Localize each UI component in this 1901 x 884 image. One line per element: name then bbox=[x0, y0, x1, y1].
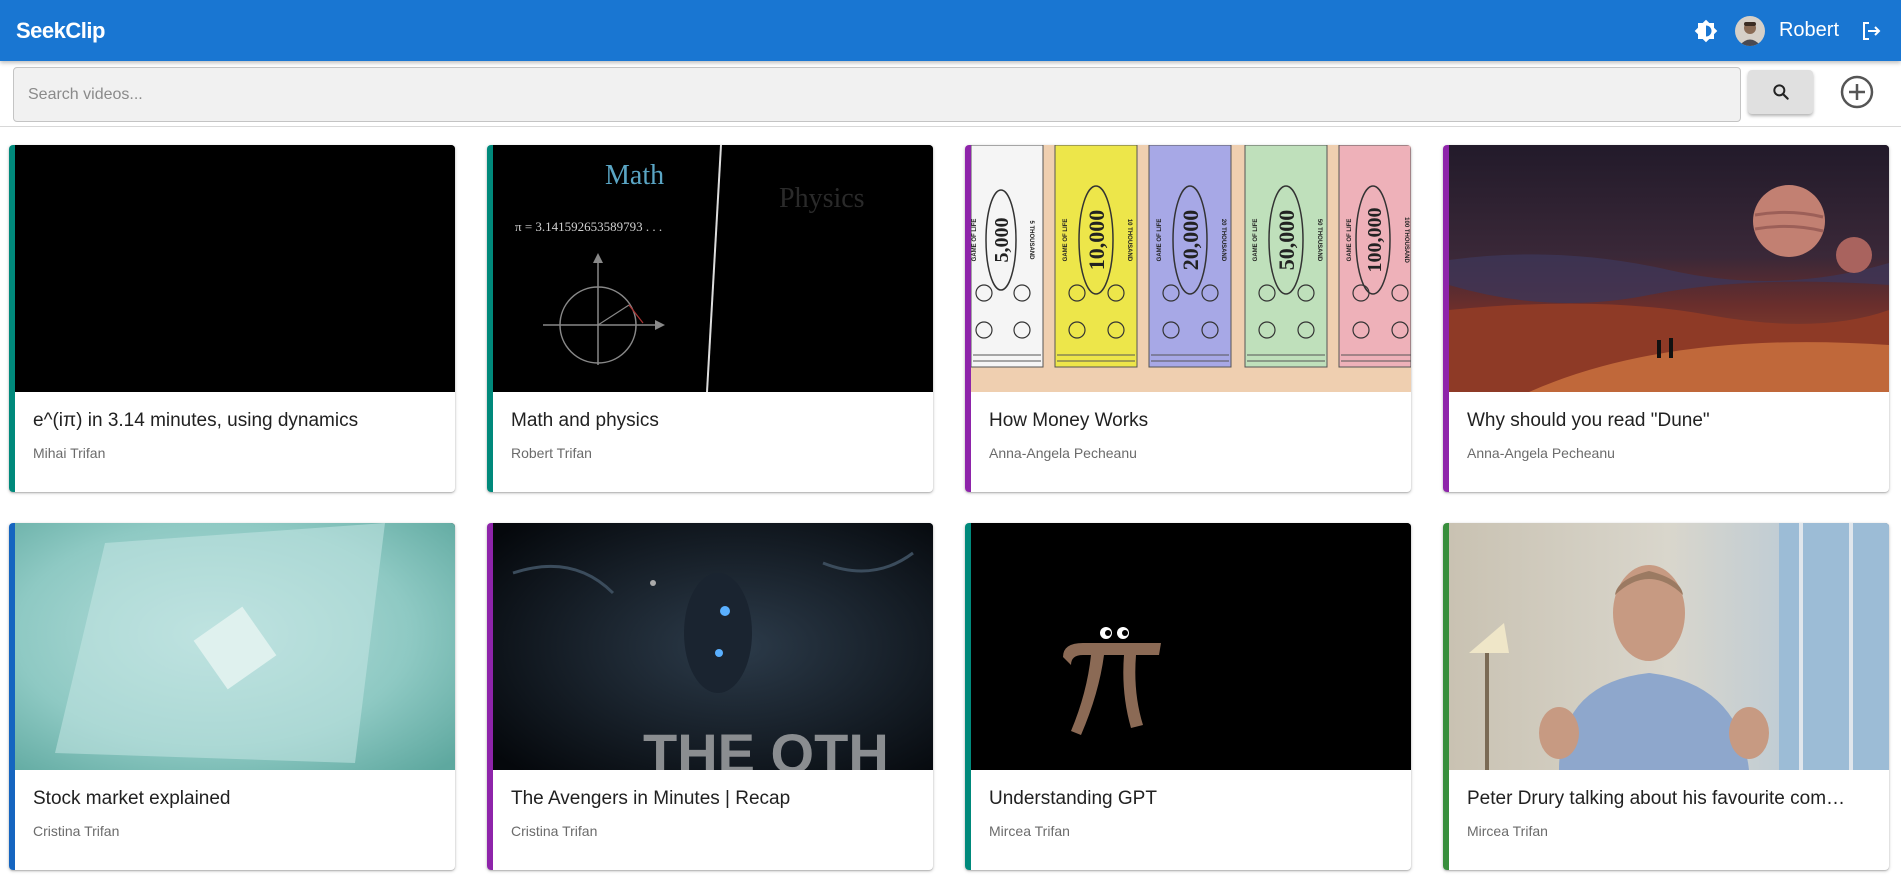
app-logo[interactable]: SeekClip bbox=[16, 18, 105, 44]
video-title[interactable]: Stock market explained bbox=[33, 788, 443, 810]
video-card[interactable]: Stock market explained Cristina Trifan bbox=[9, 523, 455, 870]
add-video-button[interactable] bbox=[1838, 73, 1876, 111]
logout-icon bbox=[1863, 21, 1881, 40]
bill-label: 50,000 bbox=[1274, 210, 1299, 271]
bill-label: 5,000 bbox=[991, 218, 1013, 263]
video-title[interactable]: Math and physics bbox=[511, 410, 921, 432]
video-author: Robert Trifan bbox=[511, 445, 592, 461]
bill-side-label: 50 THOUSAND bbox=[1316, 219, 1322, 262]
app-bar: SeekClip Robert bbox=[0, 0, 1901, 61]
video-thumbnail[interactable]: 5,000 10,000 20,000 50,000 100,000 GAME … bbox=[971, 145, 1411, 392]
video-thumbnail[interactable] bbox=[1449, 145, 1889, 392]
thumb-formula: π = 3.1415926535897­93 . . . bbox=[515, 219, 662, 234]
thumb-text-physics: Physics bbox=[779, 183, 865, 214]
video-card[interactable]: Understanding GPT Mircea Trifan bbox=[965, 523, 1411, 870]
bill-side-label: GAME OF LIFE bbox=[1347, 219, 1353, 262]
theme-toggle-button[interactable] bbox=[1691, 16, 1721, 46]
bill-label: 20,000 bbox=[1178, 210, 1203, 271]
search-icon bbox=[1772, 84, 1789, 100]
thumb-banner-text: THE OTH bbox=[643, 722, 889, 770]
video-card[interactable]: Math Physics π = 3.1415926535897­93 . . … bbox=[487, 145, 933, 492]
bill-side-label: GAME OF LIFE bbox=[972, 219, 978, 262]
video-title[interactable]: How Money Works bbox=[989, 410, 1399, 432]
video-title[interactable]: Why should you read "Dune" bbox=[1467, 410, 1877, 432]
bill-label: 100,000 bbox=[1364, 208, 1386, 273]
bill-label: 10,000 bbox=[1084, 210, 1109, 271]
avatar[interactable] bbox=[1734, 15, 1765, 46]
search-bar bbox=[0, 61, 1901, 127]
video-thumbnail[interactable] bbox=[971, 523, 1411, 770]
video-title[interactable]: The Avengers in Minutes | Recap bbox=[511, 788, 921, 810]
video-author: Mircea Trifan bbox=[989, 823, 1070, 839]
user-name[interactable]: Robert bbox=[1779, 19, 1839, 42]
video-card[interactable]: THE OTH The Avengers in Minutes | Recap … bbox=[487, 523, 933, 870]
video-card[interactable]: e^(iπ) in 3.14 minutes, using dynamics M… bbox=[9, 145, 455, 492]
bill-side-label: 20 THOUSAND bbox=[1220, 219, 1226, 262]
user-avatar-image bbox=[1734, 15, 1765, 46]
bill-side-label: GAME OF LIFE bbox=[1063, 219, 1069, 262]
bill-side-label: 5 THOUSAND bbox=[1028, 220, 1034, 260]
video-card[interactable]: 5,000 10,000 20,000 50,000 100,000 GAME … bbox=[965, 145, 1411, 492]
brightness-icon bbox=[1694, 19, 1718, 42]
video-title[interactable]: Understanding GPT bbox=[989, 788, 1399, 810]
video-thumbnail[interactable]: Math Physics π = 3.1415926535897­93 . . … bbox=[493, 145, 933, 392]
search-button[interactable] bbox=[1748, 70, 1813, 114]
video-author: Anna-Angela Pecheanu bbox=[989, 445, 1137, 461]
video-author: Anna-Angela Pecheanu bbox=[1467, 445, 1615, 461]
video-author: Cristina Trifan bbox=[511, 823, 598, 839]
bill-side-label: GAME OF LIFE bbox=[1253, 219, 1259, 262]
video-title[interactable]: e^(iπ) in 3.14 minutes, using dynamics bbox=[33, 410, 443, 432]
logout-button[interactable] bbox=[1857, 17, 1885, 45]
video-card[interactable]: Peter Drury talking about his favourite … bbox=[1443, 523, 1889, 870]
video-author: Mihai Trifan bbox=[33, 445, 106, 461]
video-card[interactable]: Why should you read "Dune" Anna-Angela P… bbox=[1443, 145, 1889, 492]
video-thumbnail[interactable]: THE OTH bbox=[493, 523, 933, 770]
app-bar-actions: Robert bbox=[1691, 15, 1885, 46]
add-circle-icon bbox=[1840, 75, 1874, 109]
bill-side-label: 10 THOUSAND bbox=[1126, 219, 1132, 262]
video-author: Cristina Trifan bbox=[33, 823, 120, 839]
thumb-text-math: Math bbox=[605, 160, 664, 191]
video-title[interactable]: Peter Drury talking about his favourite … bbox=[1467, 788, 1877, 810]
video-author: Mircea Trifan bbox=[1467, 823, 1548, 839]
video-thumbnail[interactable] bbox=[1449, 523, 1889, 770]
bill-side-label: GAME OF LIFE bbox=[1157, 219, 1163, 262]
video-thumbnail[interactable] bbox=[15, 523, 455, 770]
search-input[interactable] bbox=[13, 67, 1741, 122]
video-thumbnail[interactable] bbox=[15, 145, 455, 392]
bill-side-label: 100 THOUSAND bbox=[1403, 217, 1409, 263]
